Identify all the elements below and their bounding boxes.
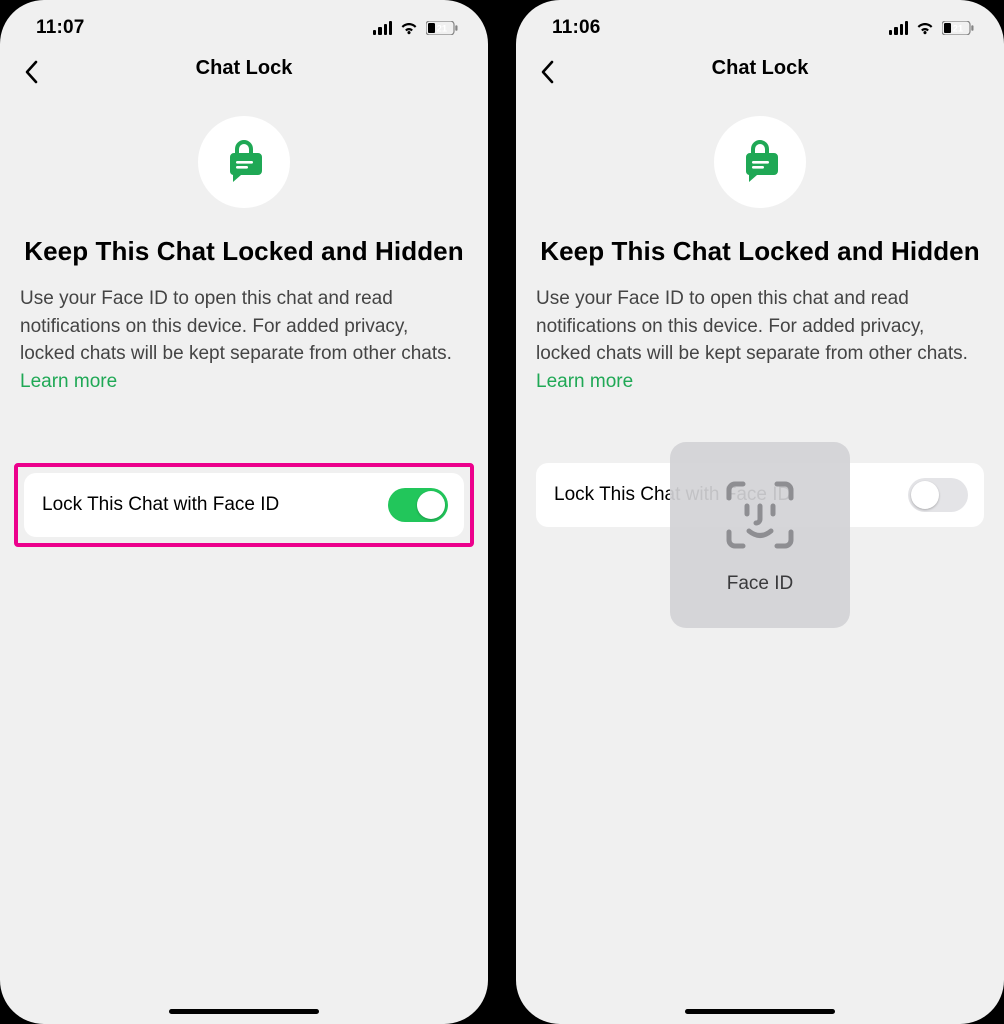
learn-more-link[interactable]: Learn more [536, 371, 633, 392]
description-text: Use your Face ID to open this chat and r… [536, 288, 968, 364]
svg-text:21: 21 [953, 24, 963, 34]
lock-chat-toggle[interactable] [908, 478, 968, 512]
hero-icon-circle [198, 116, 290, 208]
phone-right: 11:06 21 Chat Lock [516, 0, 1004, 1024]
chat-lock-icon [219, 135, 269, 190]
hero-icon-wrap [536, 110, 984, 208]
phone-left: 11:07 21 Chat [0, 0, 488, 1024]
page-title: Chat Lock [516, 57, 1004, 80]
lock-chat-setting-row[interactable]: Lock This Chat with Face ID [24, 473, 464, 537]
page-title: Chat Lock [0, 57, 488, 80]
back-button[interactable] [530, 54, 566, 90]
cellular-signal-icon [889, 21, 908, 35]
wifi-icon [399, 21, 419, 35]
back-button[interactable] [14, 54, 50, 90]
heading: Keep This Chat Locked and Hidden [20, 236, 468, 267]
face-id-icon [721, 476, 799, 559]
description-text: Use your Face ID to open this chat and r… [20, 288, 452, 364]
face-id-prompt: Face ID [670, 442, 850, 628]
highlight-frame: Lock This Chat with Face ID [14, 463, 474, 547]
svg-text:21: 21 [437, 24, 447, 34]
status-bar: 11:06 21 [516, 0, 1004, 44]
learn-more-link[interactable]: Learn more [20, 371, 117, 392]
chat-lock-icon [735, 135, 785, 190]
status-time: 11:06 [552, 17, 601, 39]
chevron-left-icon [540, 60, 556, 84]
cellular-signal-icon [373, 21, 392, 35]
status-time: 11:07 [36, 17, 85, 39]
setting-label: Lock This Chat with Face ID [42, 494, 279, 516]
status-bar: 11:07 21 [0, 0, 488, 44]
home-indicator[interactable] [169, 1009, 319, 1014]
hero-icon-wrap [20, 110, 468, 208]
home-indicator[interactable] [685, 1009, 835, 1014]
nav-bar: Chat Lock [0, 44, 488, 92]
description: Use your Face ID to open this chat and r… [20, 285, 468, 395]
nav-bar: Chat Lock [516, 44, 1004, 92]
lock-chat-toggle[interactable] [388, 488, 448, 522]
chevron-left-icon [24, 60, 40, 84]
heading: Keep This Chat Locked and Hidden [536, 236, 984, 267]
content: Keep This Chat Locked and Hidden Use you… [0, 92, 488, 547]
face-id-label: Face ID [727, 573, 794, 595]
status-icons: 21 [373, 21, 458, 35]
battery-icon: 21 [426, 21, 458, 35]
wifi-icon [915, 21, 935, 35]
hero-icon-circle [714, 116, 806, 208]
description: Use your Face ID to open this chat and r… [536, 285, 984, 395]
battery-icon: 21 [942, 21, 974, 35]
status-icons: 21 [889, 21, 974, 35]
